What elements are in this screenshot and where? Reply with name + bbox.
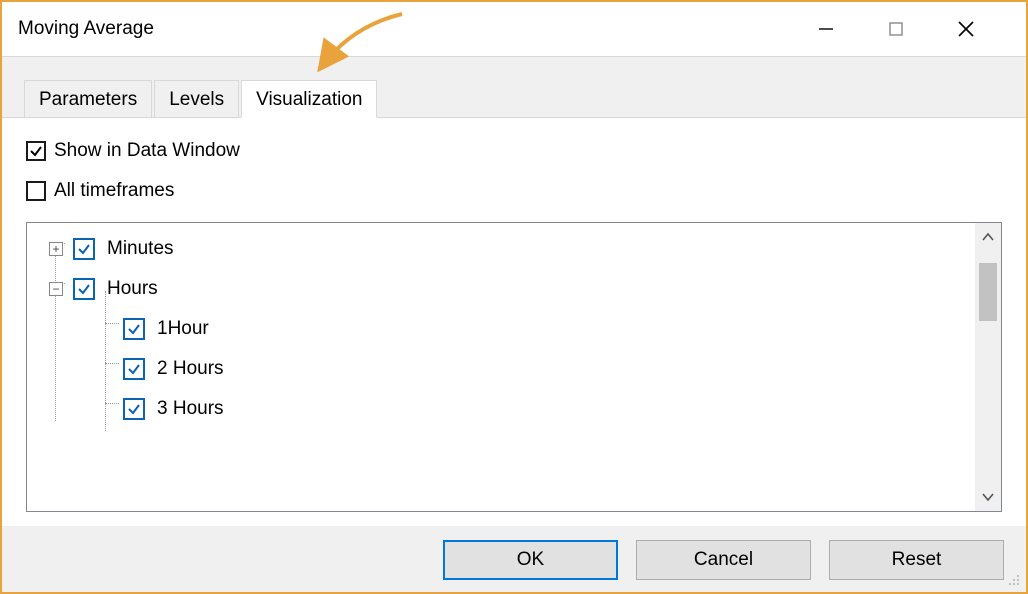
tree-item-3hours[interactable]: 3 Hours [49, 389, 971, 429]
tree-item-minutes[interactable]: + Minutes [49, 229, 971, 269]
collapse-icon[interactable]: − [49, 282, 63, 296]
ok-button[interactable]: OK [443, 540, 618, 580]
show-in-data-window-row[interactable]: Show in Data Window [26, 140, 1002, 162]
dialog-window: Moving Average Parameters Levels Visuali… [0, 0, 1028, 594]
checkbox-unchecked-icon [26, 181, 46, 201]
show-in-data-window-label: Show in Data Window [54, 140, 240, 162]
titlebar: Moving Average [2, 2, 1026, 56]
scroll-up-icon[interactable] [982, 229, 994, 245]
timeframes-tree: + Minutes − Hours [26, 222, 1002, 512]
tab-visualization[interactable]: Visualization [241, 80, 377, 118]
tree-label: 2 Hours [157, 358, 224, 380]
tabs-row: Parameters Levels Visualization [2, 75, 1026, 117]
tabs-area: Parameters Levels Visualization Show in … [2, 56, 1026, 592]
checkbox-checked-icon[interactable] [123, 318, 145, 340]
maximize-button[interactable] [876, 14, 916, 44]
minimize-button[interactable] [806, 14, 846, 44]
reset-button[interactable]: Reset [829, 540, 1004, 580]
tree-label: Minutes [107, 238, 174, 260]
tab-parameters[interactable]: Parameters [24, 80, 152, 117]
window-title: Moving Average [18, 18, 154, 40]
tree-inner: + Minutes − Hours [27, 223, 975, 511]
window-controls [806, 14, 1016, 44]
tab-levels[interactable]: Levels [154, 80, 239, 117]
scroll-down-icon[interactable] [982, 489, 994, 505]
tree-item-1hour[interactable]: 1Hour [49, 309, 971, 349]
tree-item-2hours[interactable]: 2 Hours [49, 349, 971, 389]
checkbox-checked-icon[interactable] [73, 278, 95, 300]
checkbox-checked-icon[interactable] [123, 358, 145, 380]
scroll-thumb[interactable] [979, 263, 997, 321]
expand-icon[interactable]: + [49, 242, 63, 256]
tree-label: 3 Hours [157, 398, 224, 420]
cancel-button[interactable]: Cancel [636, 540, 811, 580]
close-button[interactable] [946, 14, 986, 44]
tree-item-hours[interactable]: − Hours [49, 269, 971, 309]
button-row: OK Cancel Reset [2, 526, 1026, 592]
tree-label: 1Hour [157, 318, 209, 340]
checkbox-checked-icon [26, 141, 46, 161]
checkbox-checked-icon[interactable] [123, 398, 145, 420]
tab-content: Show in Data Window All timeframes [2, 117, 1026, 526]
all-timeframes-row[interactable]: All timeframes [26, 180, 1002, 202]
tree-label: Hours [107, 278, 158, 300]
checkbox-checked-icon[interactable] [73, 238, 95, 260]
all-timeframes-label: All timeframes [54, 180, 174, 202]
scrollbar[interactable] [975, 223, 1001, 511]
